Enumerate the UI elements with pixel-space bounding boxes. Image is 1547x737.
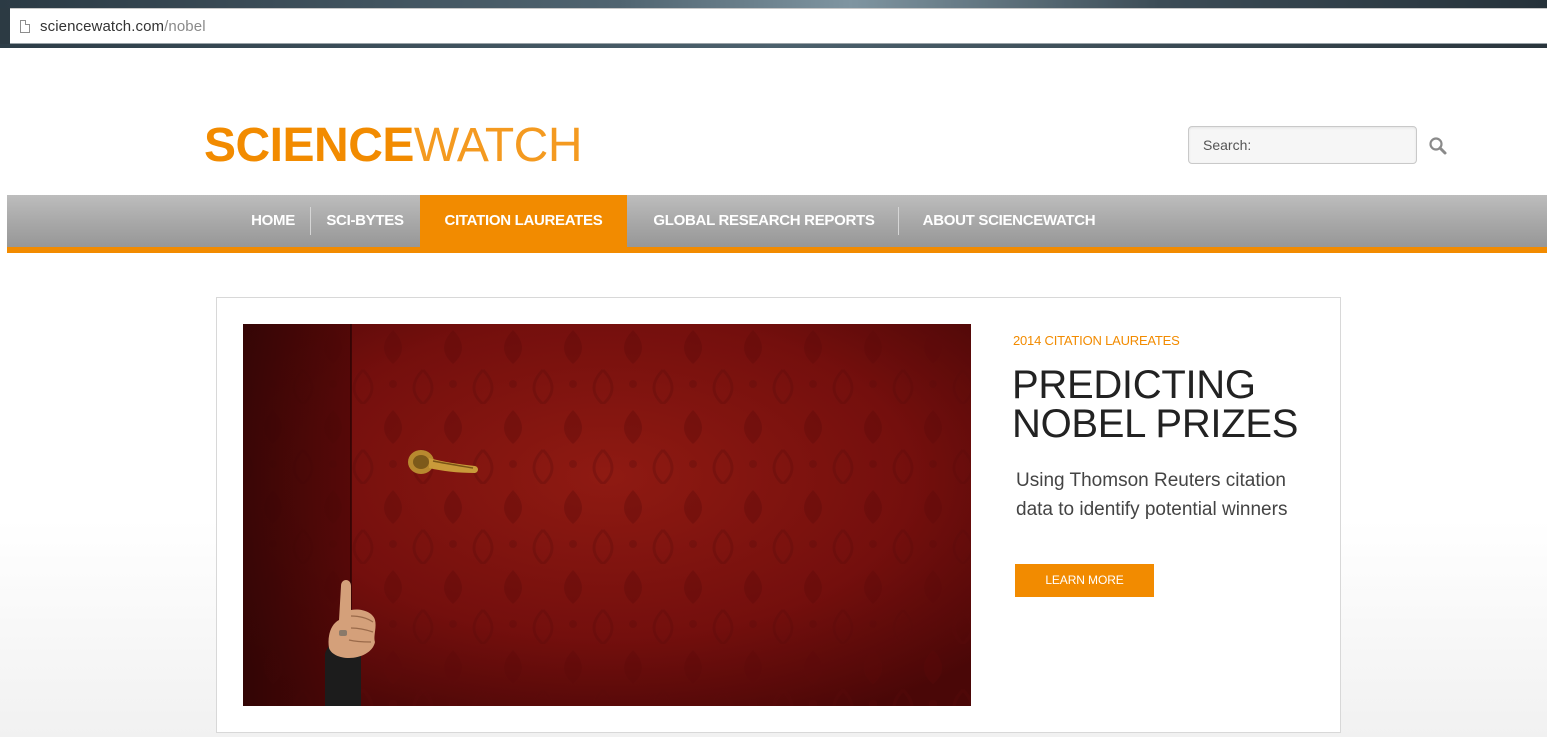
nav-accent-bar	[7, 247, 1547, 253]
browser-chrome-edge	[0, 8, 10, 46]
hero-image[interactable]	[243, 324, 971, 706]
page-icon	[20, 20, 30, 33]
nav-item-citation-laureates[interactable]: CITATION LAUREATES	[420, 195, 627, 247]
feature-headline: PREDICTING NOBEL PRIZES	[1012, 363, 1332, 446]
search-input[interactable]	[1188, 126, 1417, 164]
nav-item-global-research-reports[interactable]: GLOBAL RESEARCH REPORTS	[632, 195, 896, 247]
headline-line-2: NOBEL PRIZES	[1012, 402, 1299, 446]
browser-chrome	[0, 0, 1547, 8]
nav-item-home[interactable]: HOME	[239, 195, 307, 247]
browser-chrome-bottom	[0, 44, 1547, 48]
nav-separator	[898, 207, 899, 235]
nav-item-about-sciencewatch[interactable]: ABOUT SCIENCEWATCH	[903, 195, 1115, 247]
url-domain: sciencewatch.com	[40, 18, 165, 35]
page: sciencewatch.com/nobel SCIENCEWATCH HOME…	[0, 0, 1547, 737]
logo-bold-text: SCIENCE	[204, 119, 414, 172]
url-path: /nobel	[164, 18, 206, 35]
nav-item-sci-bytes[interactable]: SCI-BYTES	[313, 195, 417, 247]
nav-separator	[310, 207, 311, 235]
feature-description: Using Thomson Reuters citation data to i…	[1016, 470, 1288, 520]
address-bar[interactable]: sciencewatch.com/nobel	[10, 8, 1547, 44]
search-icon[interactable]	[1428, 136, 1450, 156]
learn-more-button[interactable]: LEARN MORE	[1015, 564, 1154, 597]
site-logo[interactable]: SCIENCEWATCH	[204, 118, 583, 174]
feature-eyebrow: 2014 CITATION LAUREATES	[1013, 333, 1180, 348]
headline-line-1: PREDICTING	[1012, 363, 1256, 407]
logo-light-text: WATCH	[413, 119, 583, 172]
address-url[interactable]: sciencewatch.com/nobel	[40, 18, 206, 35]
main-nav: HOME SCI-BYTES CITATION LAUREATES GLOBAL…	[7, 195, 1547, 247]
